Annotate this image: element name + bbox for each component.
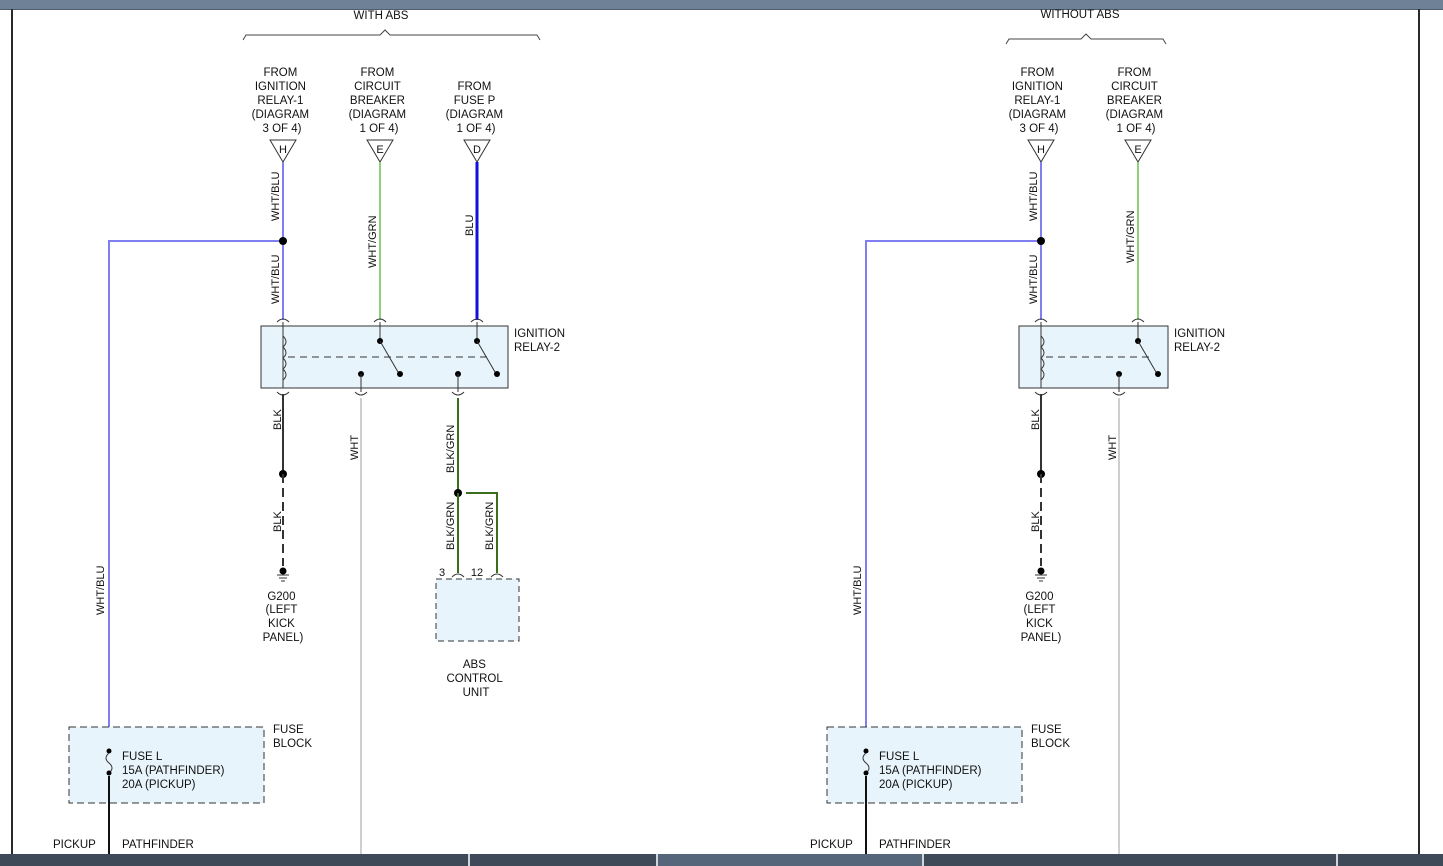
wire-label: WHT/GRN (1125, 210, 1137, 263)
connector-h-label: FROM IGNITION RELAY-1 (DIAGRAM 3 OF 4) (252, 67, 313, 135)
ground-symbol (1035, 567, 1047, 582)
fuse-block-label: FUSE BLOCK (1031, 724, 1070, 750)
wire-label: WHT (349, 435, 361, 460)
viewer-bottom-toolbar (0, 854, 1443, 866)
wire-label: WHT/BLU (95, 565, 107, 615)
abs-pin-label: 3 (439, 567, 445, 579)
section-title: WITHOUT ABS (1040, 9, 1119, 21)
wire-label: WHT/BLU (270, 254, 282, 304)
pathfinder-label: PATHFINDER (879, 839, 951, 851)
section-bracket (1005, 33, 1167, 45)
wire-wht-blu-left (108, 240, 283, 727)
ignition-relay-2 (1018, 318, 1169, 396)
toolbar-divider (468, 854, 470, 866)
wiring-diagram: WITH ABS FROM IGNITION RELAY-1 (DIAGRAM … (53, 9, 1228, 854)
ground-symbol (277, 567, 289, 582)
section-title: WITH ABS (354, 10, 409, 22)
connector-e-label: FROM CIRCUIT BREAKER (DIAGRAM 1 OF 4) (1106, 67, 1167, 135)
wire-wht-blu-left (865, 240, 1041, 727)
wire-label: BLK (272, 511, 284, 532)
wire-label: BLK/GRN (445, 502, 457, 550)
toolbar-button[interactable] (656, 854, 922, 866)
section-without-abs: WITHOUT ABS FROM IGNITION RELAY-1 (DIAGR… (810, 9, 1228, 854)
pathfinder-label: PATHFINDER (122, 839, 194, 851)
pickup-label: PICKUP (53, 839, 96, 851)
connector-h-letter: H (1037, 144, 1045, 156)
abs-pin-label: 12 (471, 567, 483, 579)
connector-e-letter: E (1134, 144, 1141, 156)
wire-label: BLK (1030, 409, 1042, 430)
abs-control-unit (435, 578, 520, 642)
toolbar-divider (922, 854, 924, 866)
ignition-relay-2 (260, 318, 509, 396)
wire-label: WHT/BLU (852, 565, 864, 615)
connector-d-letter: D (473, 144, 481, 156)
wire-label: WHT/GRN (367, 215, 379, 268)
connector-e-letter: E (376, 144, 383, 156)
connector-h-label: FROM IGNITION RELAY-1 (DIAGRAM 3 OF 4) (1009, 67, 1070, 135)
wire-label: WHT (1107, 435, 1119, 460)
splice (279, 237, 287, 245)
toolbar-divider (1336, 854, 1338, 866)
ground-label: G200 (LEFT KICK PANEL) (1021, 591, 1062, 644)
splice (1037, 237, 1045, 245)
ground-label: G200 (LEFT KICK PANEL) (263, 591, 304, 644)
relay-label: IGNITION RELAY-2 (1174, 328, 1228, 354)
wire-label: BLU (464, 215, 476, 236)
section-with-abs: WITH ABS FROM IGNITION RELAY-1 (DIAGRAM … (53, 10, 568, 854)
connector-d-label: FROM FUSE P (DIAGRAM 1 OF 4) (446, 81, 507, 135)
abs-unit-label: ABS CONTROL UNIT (446, 659, 505, 699)
wire-label: BLK (1030, 511, 1042, 532)
wire-label: BLK/GRN (484, 502, 496, 550)
section-bracket (242, 29, 541, 41)
wire-label: BLK (272, 409, 284, 430)
wire-label: WHT/BLU (270, 171, 282, 221)
fuse-block-label: FUSE BLOCK (273, 724, 312, 750)
connector-h-letter: H (279, 144, 287, 156)
wire-label: BLK/GRN (445, 425, 457, 473)
wire-label: WHT/BLU (1028, 171, 1040, 221)
pickup-label: PICKUP (810, 839, 853, 851)
connector-e-label: FROM CIRCUIT BREAKER (DIAGRAM 1 OF 4) (349, 67, 410, 135)
wire-label: WHT/BLU (1028, 254, 1040, 304)
relay-label: IGNITION RELAY-2 (514, 328, 568, 354)
